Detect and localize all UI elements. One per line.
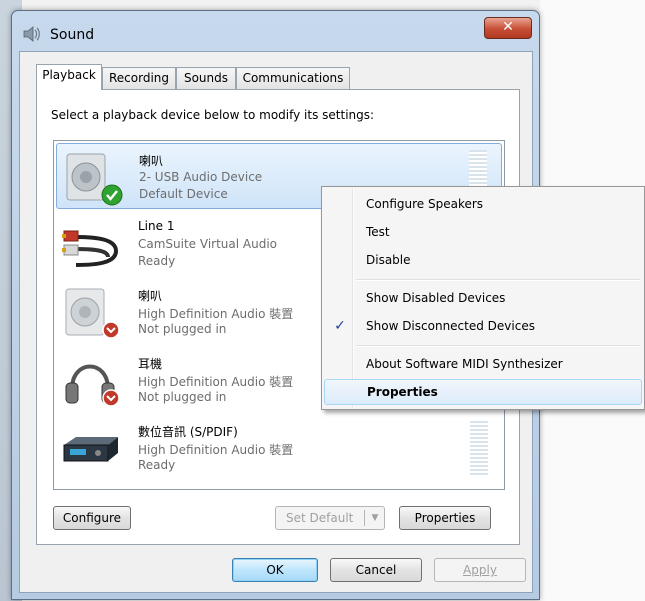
unplugged-icon (102, 321, 120, 339)
device-name: 喇叭 (139, 154, 164, 168)
instruction-text: Select a playback device below to modify… (51, 108, 375, 122)
device-description: High Definition Audio 裝置 (138, 307, 294, 321)
device-description: 2- USB Audio Device (139, 170, 263, 184)
menu-item-about-midi[interactable]: About Software MIDI Synthesizer (324, 351, 642, 377)
device-description: CamSuite Virtual Audio (138, 237, 278, 251)
menu-item-label: About Software MIDI Synthesizer (366, 357, 563, 371)
tab-playback[interactable]: Playback (36, 64, 102, 90)
menu-item-label: Show Disabled Devices (366, 291, 506, 305)
menu-separator (356, 345, 640, 347)
close-button[interactable]: ✕ (484, 17, 532, 39)
set-default-label: Set Default (286, 511, 354, 525)
device-item[interactable]: 數位音訊 (S/PDIF) High Definition Audio 裝置 R… (56, 415, 502, 481)
menu-item-label: Test (366, 225, 390, 239)
menu-separator (356, 279, 640, 281)
unplugged-icon (102, 389, 120, 407)
tab-sounds[interactable]: Sounds (176, 67, 236, 89)
tab-recording[interactable]: Recording (102, 67, 176, 89)
tab-label: Sounds (183, 71, 229, 85)
tab-label: Playback (42, 68, 96, 82)
menu-item-show-disabled[interactable]: Show Disabled Devices (324, 285, 642, 311)
rca-cable-icon (62, 230, 119, 267)
properties-button[interactable]: Properties (399, 506, 491, 530)
split-divider (364, 510, 365, 526)
device-description: High Definition Audio 裝置 (138, 375, 294, 389)
device-status: Ready (138, 254, 176, 268)
device-status: Default Device (139, 187, 228, 201)
menu-item-label: Show Disconnected Devices (366, 319, 535, 333)
close-icon: ✕ (502, 19, 514, 35)
chevron-down-icon[interactable]: ▼ (366, 507, 384, 529)
menu-item-disable[interactable]: Disable (324, 247, 642, 273)
spdif-device-icon (63, 437, 118, 462)
configure-button[interactable]: Configure (53, 506, 131, 530)
device-name: Line 1 (138, 219, 175, 233)
device-name: 喇叭 (138, 289, 163, 303)
ok-button[interactable]: OK (232, 558, 318, 582)
volume-level-meter (470, 421, 488, 475)
device-status: Not plugged in (138, 322, 227, 336)
menu-item-show-disconnected[interactable]: ✓ Show Disconnected Devices (324, 313, 642, 339)
cancel-button[interactable]: Cancel (330, 558, 422, 582)
set-default-button[interactable]: Set Default ▼ (275, 506, 385, 530)
menu-item-configure-speakers[interactable]: Configure Speakers (324, 191, 642, 217)
speaker-icon (23, 26, 40, 42)
device-name: 數位音訊 (S/PDIF) (138, 425, 238, 439)
device-status: Not plugged in (138, 390, 227, 404)
checkmark-icon: ✓ (334, 318, 346, 334)
default-check-icon (101, 184, 123, 206)
tab-label: Communications (242, 71, 344, 85)
menu-item-properties[interactable]: Properties (324, 379, 642, 405)
menu-item-label: Configure Speakers (366, 197, 484, 211)
device-name: 耳機 (138, 357, 163, 371)
context-menu: Configure Speakers Test Disable Show Dis… (321, 186, 645, 410)
apply-button[interactable]: Apply (434, 558, 526, 582)
window-title: Sound (50, 27, 95, 43)
tab-label: Recording (108, 71, 170, 85)
device-status: Ready (138, 458, 176, 472)
title-bar[interactable]: Sound ✕ (12, 11, 539, 51)
menu-item-label: Disable (366, 253, 411, 267)
tab-communications[interactable]: Communications (236, 67, 350, 89)
device-description: High Definition Audio 裝置 (138, 443, 294, 457)
menu-item-test[interactable]: Test (324, 219, 642, 245)
menu-item-label: Properties (367, 385, 438, 399)
